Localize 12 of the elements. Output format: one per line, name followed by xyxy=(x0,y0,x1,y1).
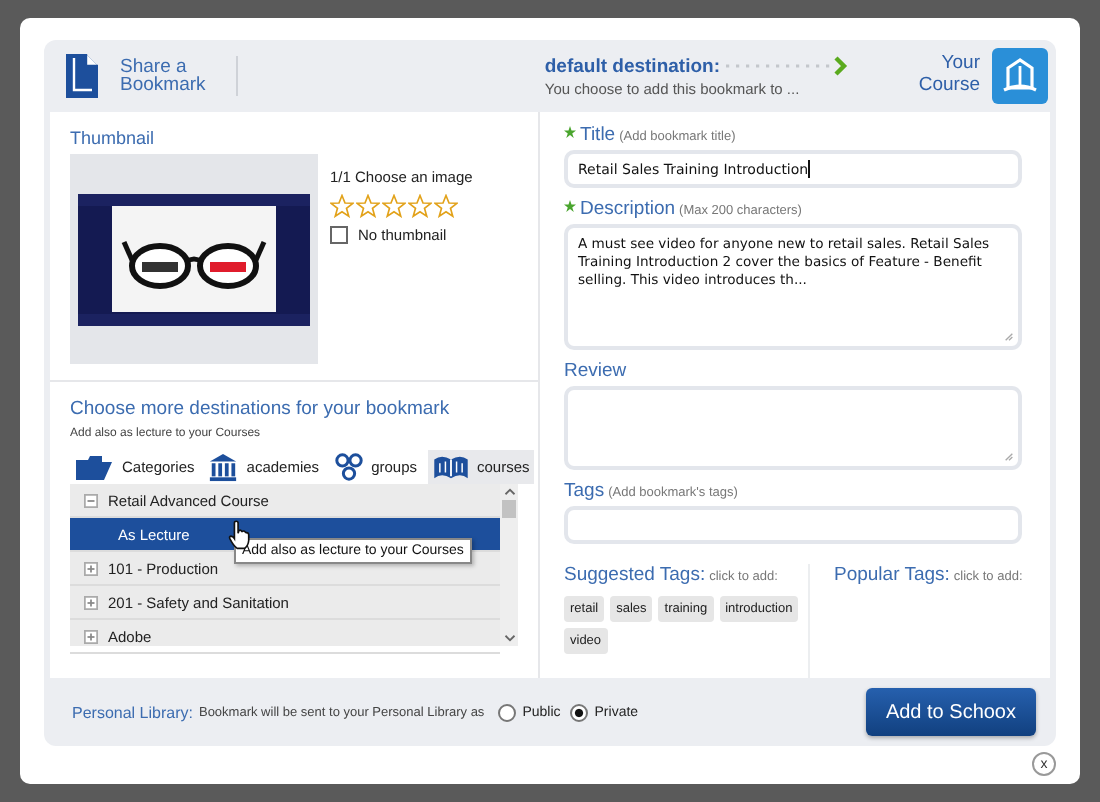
field-label: Description xyxy=(580,198,676,220)
library-label: Personal Library: xyxy=(72,703,193,721)
tags-label: Suggested Tags: xyxy=(564,564,706,586)
field-label: Tags xyxy=(564,480,605,502)
field-label: Review xyxy=(564,360,627,382)
section-heading: Thumbnail xyxy=(70,128,157,148)
tags-label: Popular Tags: xyxy=(834,564,950,586)
section-heading: Choose more destinations for your bookmark xyxy=(70,398,452,420)
destination-name: Your Course xyxy=(916,54,980,98)
destination-label: default destination: xyxy=(544,55,720,77)
field-label: Title xyxy=(580,124,616,146)
dialog-title: Share a Bookmark xyxy=(120,57,208,95)
